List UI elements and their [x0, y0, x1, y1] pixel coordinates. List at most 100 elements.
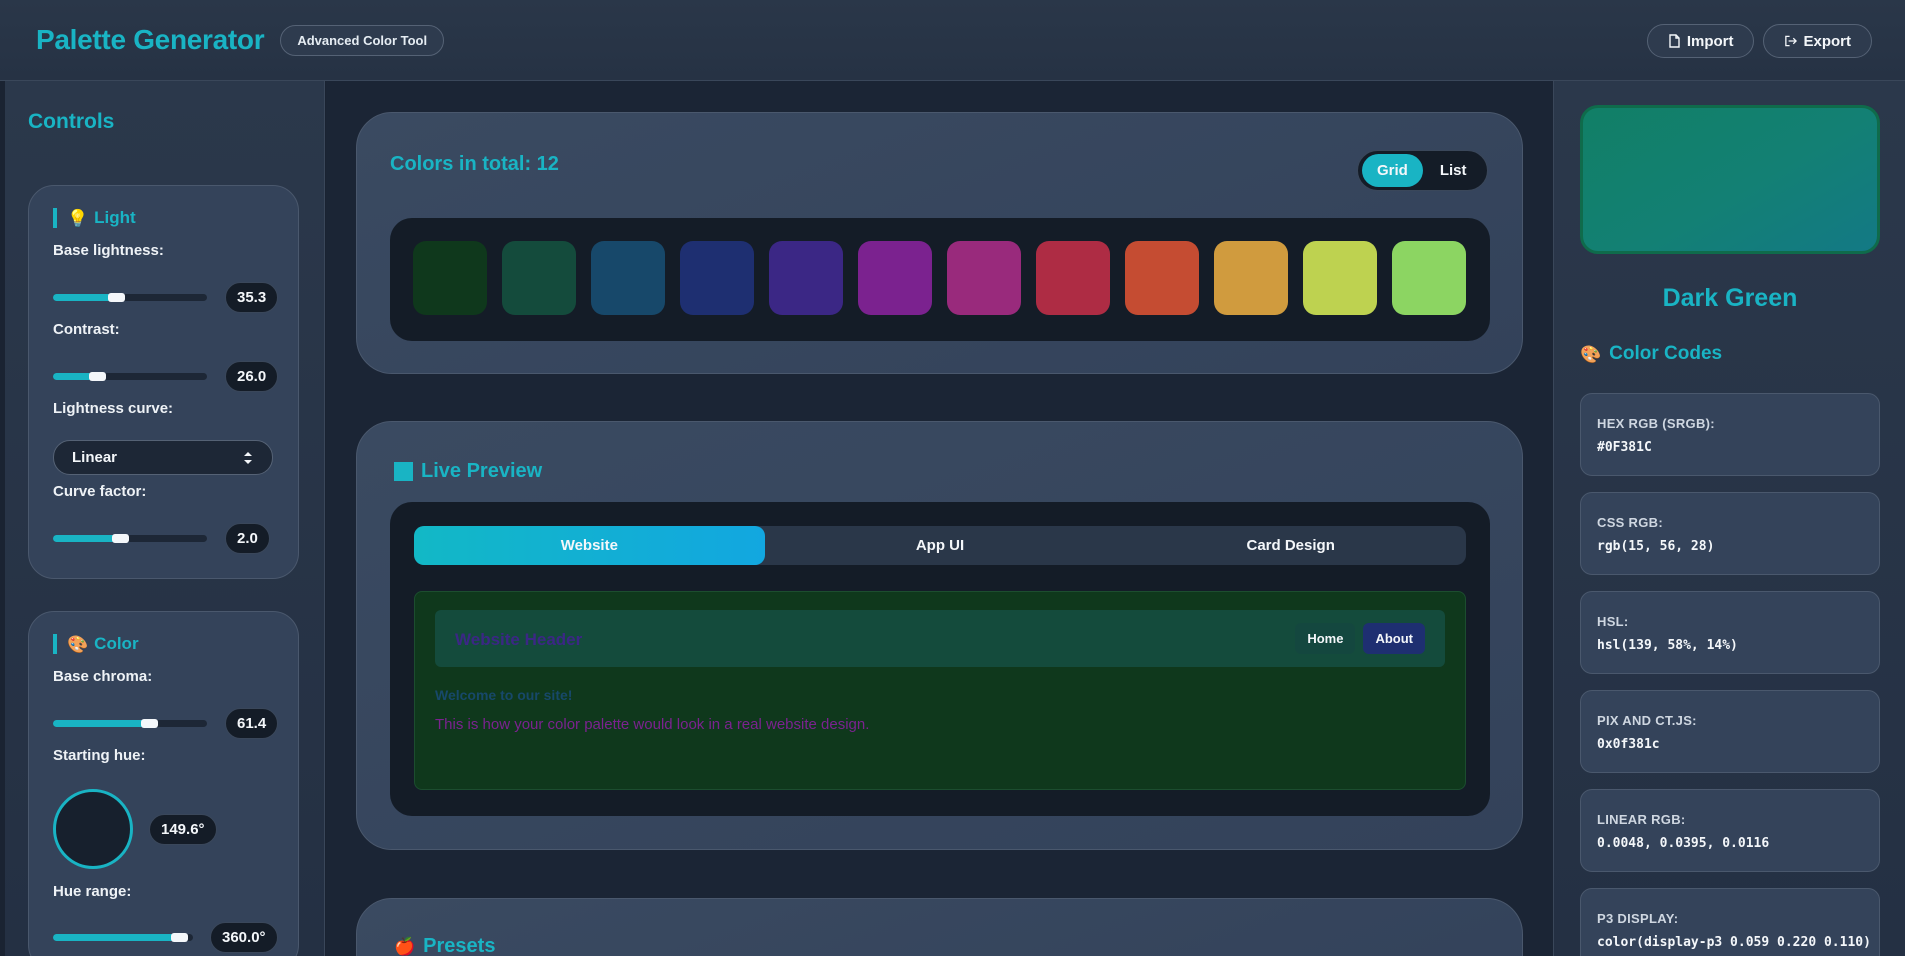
color-swatch[interactable]	[1036, 241, 1110, 315]
color-code-value: 0x0f381c	[1597, 737, 1660, 752]
base-chroma-slider[interactable]	[53, 719, 207, 728]
main-content: Colors in total: 12 Grid List Live Previ…	[326, 81, 1553, 956]
tab-card-design[interactable]: Card Design	[1115, 526, 1466, 565]
slider-thumb[interactable]	[108, 293, 125, 302]
color-swatch[interactable]	[591, 241, 665, 315]
preview-tabs: Website App UI Card Design	[414, 526, 1466, 565]
file-icon	[1669, 34, 1680, 48]
import-button[interactable]: Import	[1646, 24, 1755, 58]
light-panel: 💡 Light Base lightness: 35.3 Contrast: 2…	[28, 185, 299, 579]
select-arrows-icon	[244, 451, 252, 464]
nav-about-button[interactable]: About	[1363, 623, 1425, 654]
base-chroma-label: Base chroma:	[53, 668, 153, 685]
tab-app-ui[interactable]: App UI	[765, 526, 1116, 565]
hue-range-label: Hue range:	[53, 883, 132, 900]
slider-thumb[interactable]	[171, 933, 188, 942]
color-codes-title: Color Codes	[1609, 343, 1723, 364]
slider-thumb[interactable]	[112, 534, 129, 543]
website-preview: Website Header Home About Welcome to our…	[414, 591, 1466, 790]
color-section-heading: 🎨 Color	[53, 634, 139, 654]
live-preview-title: Live Preview	[421, 460, 543, 482]
lightness-curve-label: Lightness curve:	[53, 400, 174, 417]
export-label: Export	[1803, 32, 1851, 50]
color-swatch[interactable]	[947, 241, 1021, 315]
color-swatch[interactable]	[1303, 241, 1377, 315]
light-section-heading: 💡 Light	[53, 208, 136, 228]
color-code-label: HSL:	[1597, 614, 1629, 629]
app-header: Palette Generator Advanced Color Tool Im…	[0, 0, 1905, 81]
website-body-text: This is how your color palette would loo…	[435, 716, 870, 733]
export-icon	[1785, 35, 1798, 47]
presets-heading: 🍎 Presets	[394, 935, 495, 956]
color-swatch[interactable]	[680, 241, 754, 315]
contrast-label: Contrast:	[53, 321, 120, 338]
color-swatch[interactable]	[1214, 241, 1288, 315]
export-button[interactable]: Export	[1763, 24, 1872, 58]
curve-factor-label: Curve factor:	[53, 483, 147, 500]
list-view-button[interactable]: List	[1425, 154, 1482, 187]
base-lightness-value: 35.3	[225, 282, 279, 313]
color-code-card[interactable]: LINEAR RGB: 0.0048, 0.0395, 0.0116	[1580, 789, 1880, 872]
website-header-title: Website Header	[455, 630, 583, 649]
palette-icon: 🎨	[67, 634, 89, 654]
starting-hue-value: 149.6°	[149, 814, 217, 845]
color-swatch[interactable]	[1392, 241, 1466, 315]
grid-view-button[interactable]: Grid	[1362, 154, 1423, 187]
color-code-card[interactable]: PIX AND CT.JS: 0x0f381c	[1580, 690, 1880, 773]
slider-thumb[interactable]	[89, 372, 106, 381]
import-label: Import	[1686, 32, 1734, 50]
color-codes-heading: 🎨 Color Codes	[1580, 343, 1722, 365]
color-code-label: CSS RGB:	[1597, 515, 1663, 530]
color-code-label: PIX AND CT.JS:	[1597, 713, 1697, 728]
color-code-value: 0.0048, 0.0395, 0.0116	[1597, 836, 1770, 851]
curve-factor-slider[interactable]	[53, 534, 207, 543]
colors-card: Colors in total: 12 Grid List	[356, 112, 1523, 374]
color-code-card[interactable]: HSL: hsl(139, 58%, 14%)	[1580, 591, 1880, 674]
preview-frame: Website App UI Card Design Website Heade…	[390, 502, 1490, 816]
apple-icon: 🍎	[394, 937, 416, 956]
slider-fill	[53, 934, 179, 941]
base-lightness-label: Base lightness:	[53, 242, 164, 259]
color-code-card[interactable]: P3 DISPLAY: color(display-p3 0.059 0.220 …	[1580, 888, 1880, 956]
presets-card: 🍎 Presets	[356, 898, 1523, 956]
starting-hue-dial[interactable]	[53, 789, 133, 869]
color-swatch[interactable]	[502, 241, 576, 315]
color-code-value: rgb(15, 56, 28)	[1597, 539, 1715, 554]
color-swatch[interactable]	[413, 241, 487, 315]
lightness-curve-select[interactable]: Linear	[53, 440, 273, 475]
view-toggle: Grid List	[1357, 150, 1488, 191]
app-badge: Advanced Color Tool	[280, 24, 445, 56]
starting-hue-label: Starting hue:	[53, 747, 146, 764]
color-swatch[interactable]	[858, 241, 932, 315]
tab-website[interactable]: Website	[414, 526, 765, 565]
slider-fill	[53, 720, 149, 727]
color-code-label: P3 DISPLAY:	[1597, 911, 1679, 926]
contrast-value: 26.0	[225, 361, 279, 392]
color-swatch[interactable]	[769, 241, 843, 315]
presets-title: Presets	[423, 935, 496, 956]
slider-fill	[53, 294, 116, 301]
slider-thumb[interactable]	[141, 719, 158, 728]
square-icon	[394, 462, 413, 481]
curve-factor-value: 2.0	[225, 523, 270, 554]
base-chroma-value: 61.4	[225, 708, 279, 739]
live-preview-heading: Live Preview	[394, 460, 542, 483]
color-code-card[interactable]: CSS RGB: rgb(15, 56, 28)	[1580, 492, 1880, 575]
nav-home-button[interactable]: Home	[1295, 623, 1356, 654]
website-welcome-text: Welcome to our site!	[435, 687, 573, 703]
website-nav: Home About	[1295, 623, 1425, 654]
color-swatch[interactable]	[1125, 241, 1199, 315]
swatch-strip	[390, 218, 1490, 341]
selected-color-preview	[1580, 105, 1880, 254]
controls-sidebar: Controls 💡 Light Base lightness: 35.3 Co…	[5, 81, 325, 956]
color-code-card[interactable]: HEX RGB (SRGB): #0F381C	[1580, 393, 1880, 476]
details-sidebar: Dark Green 🎨 Color Codes HEX RGB (SRGB):…	[1553, 81, 1905, 956]
color-panel: 🎨 Color Base chroma: 61.4 Starting hue: …	[28, 611, 299, 956]
color-code-value: hsl(139, 58%, 14%)	[1597, 638, 1738, 653]
base-lightness-slider[interactable]	[53, 293, 207, 302]
controls-title: Controls	[28, 110, 115, 133]
lightness-curve-value: Linear	[72, 449, 118, 466]
hue-range-slider[interactable]	[53, 933, 193, 942]
color-code-label: HEX RGB (SRGB):	[1597, 416, 1715, 431]
contrast-slider[interactable]	[53, 372, 207, 381]
